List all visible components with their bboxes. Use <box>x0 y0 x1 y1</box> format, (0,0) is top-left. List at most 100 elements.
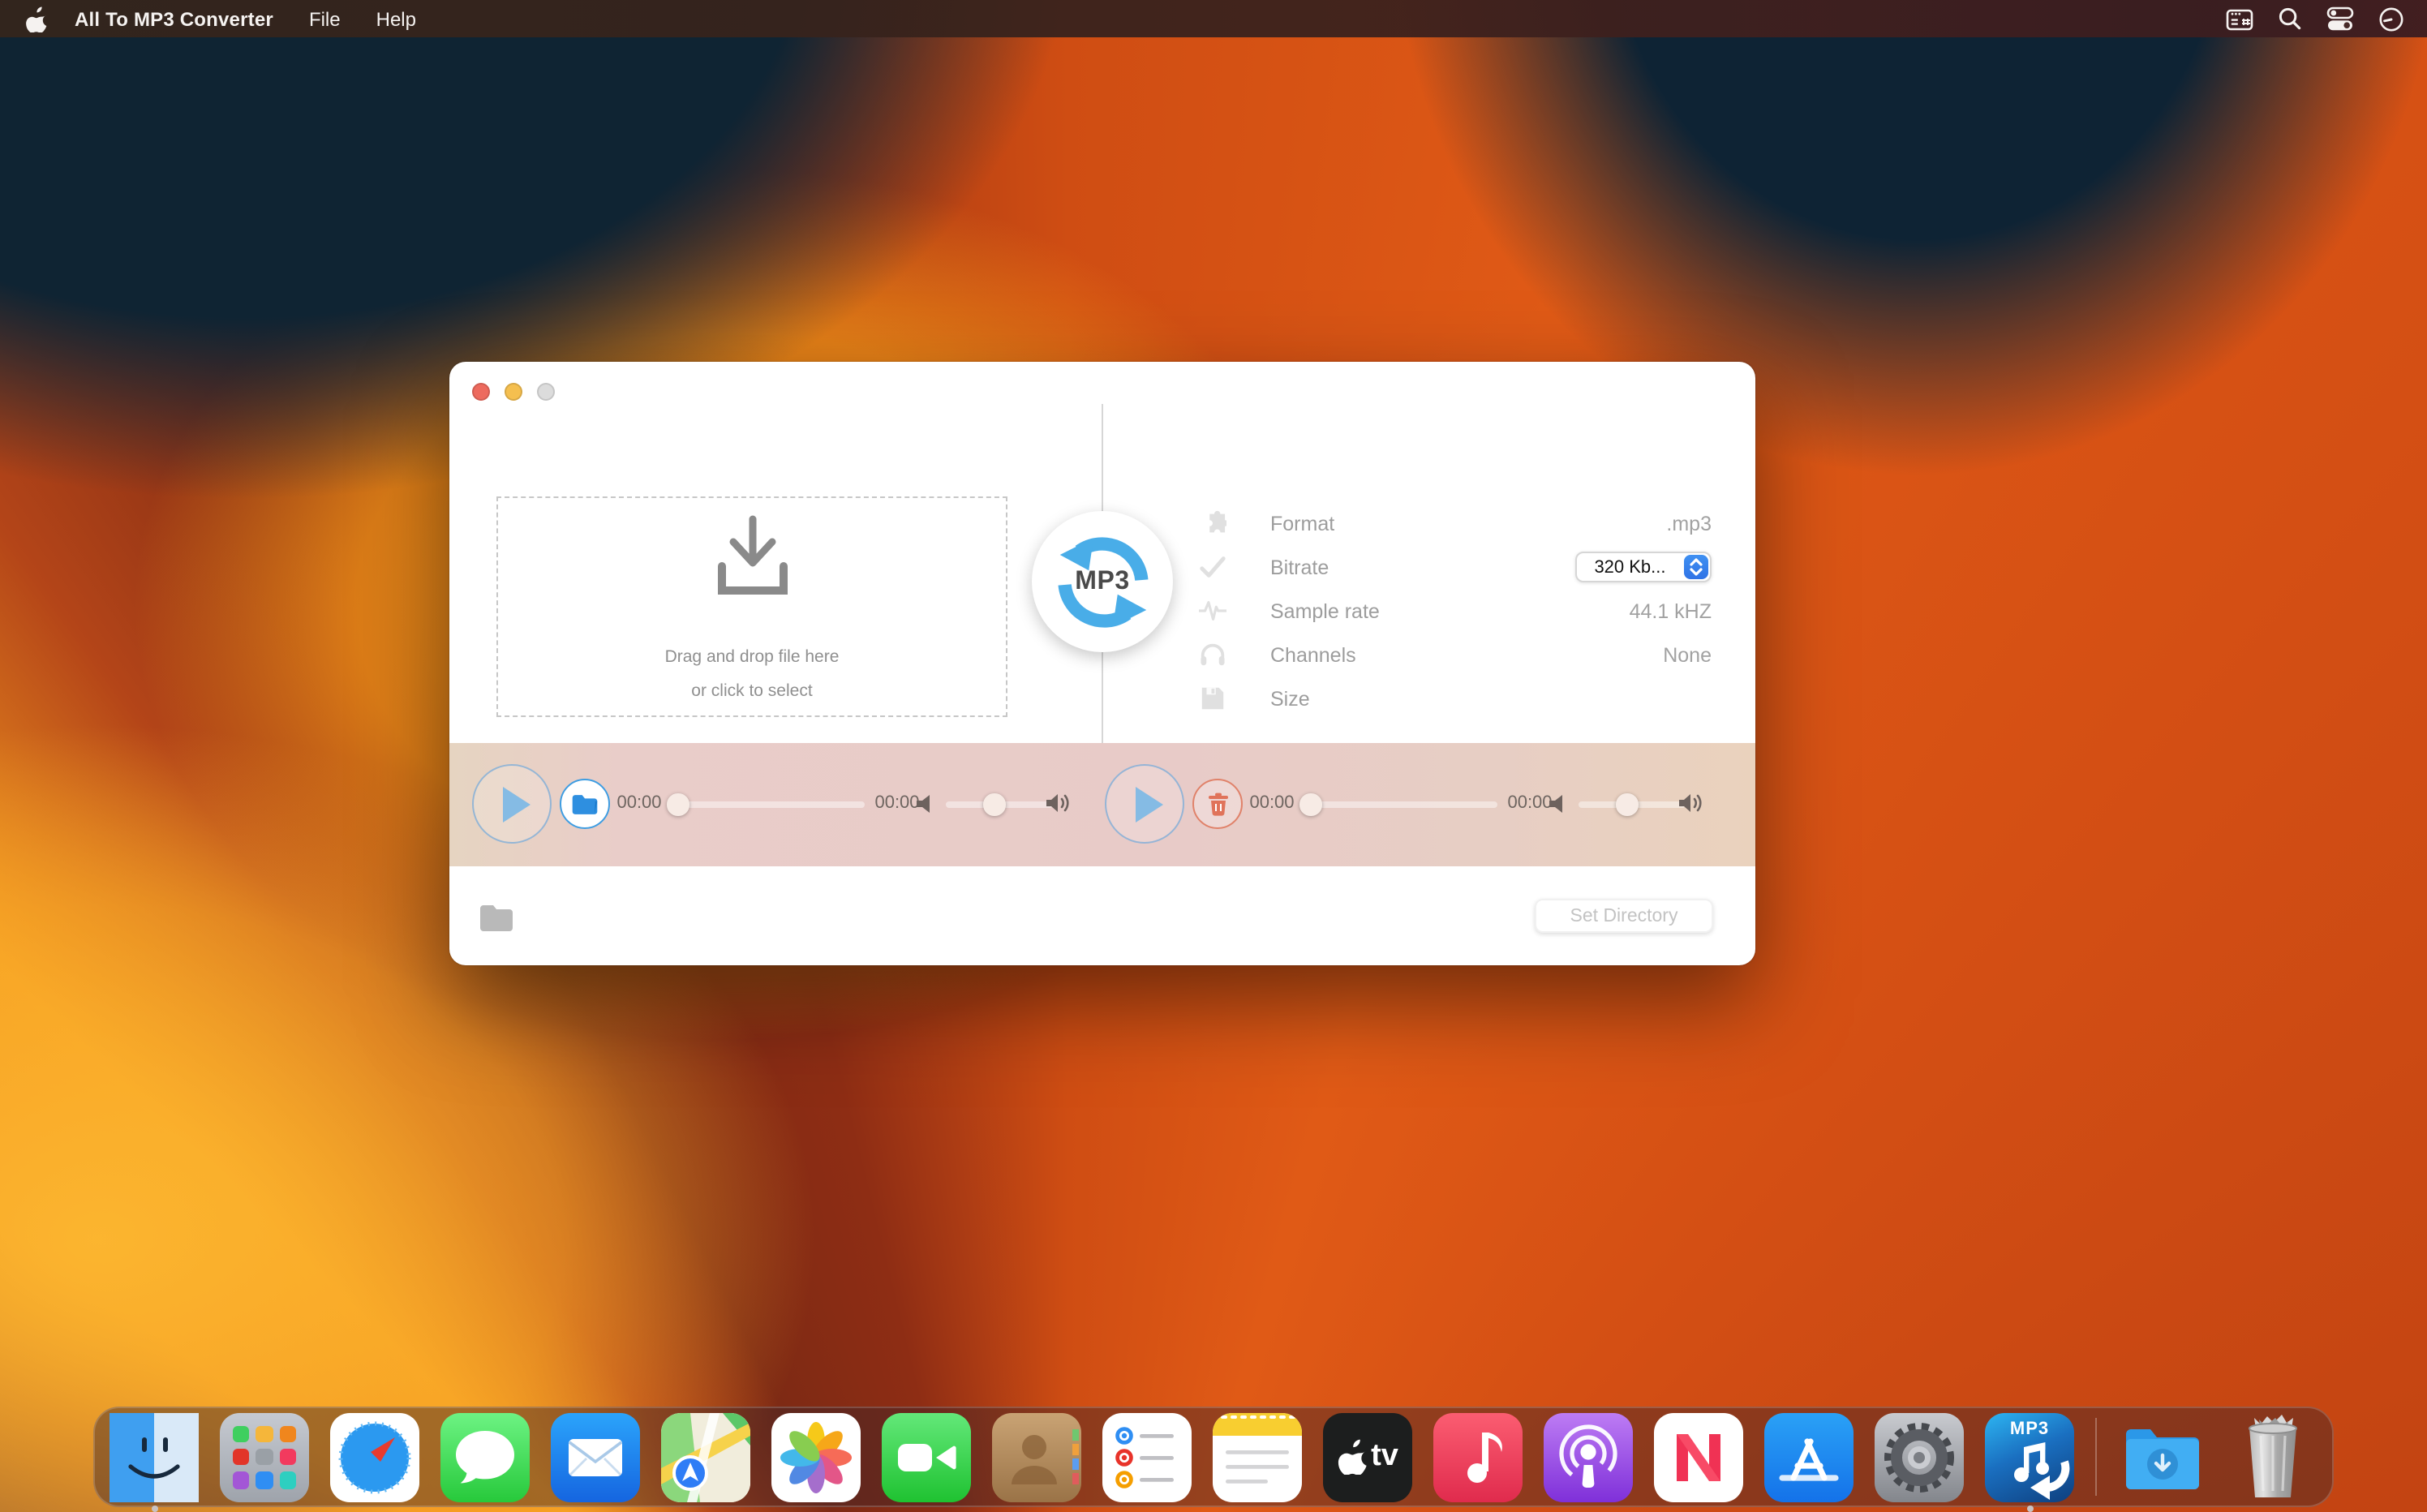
apple-menu[interactable] <box>26 6 49 32</box>
launchpad-grid <box>233 1425 296 1488</box>
zoom-button[interactable] <box>537 383 555 401</box>
clock-icon[interactable] <box>2378 6 2404 32</box>
traffic-lights <box>472 383 555 401</box>
dock-icon-apple-tv[interactable]: tv <box>1323 1412 1412 1501</box>
dock-icon-facetime[interactable] <box>882 1412 971 1501</box>
dock-icon-notes[interactable] <box>1213 1412 1302 1501</box>
elapsed-time: 00:00 <box>1243 793 1301 813</box>
menu-bar: All To MP3 Converter File Help <box>0 0 2427 37</box>
volume-slider[interactable] <box>1579 801 1686 807</box>
open-file-button[interactable] <box>560 779 610 829</box>
dock-icon-reminders[interactable] <box>1102 1412 1192 1501</box>
dock-icon-finder[interactable] <box>110 1412 199 1501</box>
seek-slider[interactable] <box>1309 801 1497 807</box>
dock: tv <box>93 1407 2334 1507</box>
running-indicator <box>151 1505 157 1511</box>
set-directory-button[interactable]: Set Directory <box>1535 899 1713 933</box>
tv-tile-label: tv <box>1371 1439 1398 1475</box>
desktop: All To MP3 Converter File Help <box>0 0 2427 1512</box>
headphones-icon <box>1199 641 1226 668</box>
seek-slider-thumb[interactable] <box>1299 793 1321 815</box>
volume-min-icon <box>917 793 936 814</box>
setting-value: 44.1 kHZ <box>1630 599 1712 622</box>
trash-icon <box>1206 792 1229 816</box>
dock-icon-mail[interactable] <box>551 1412 640 1501</box>
set-directory-label: Set Directory <box>1570 906 1678 926</box>
elapsed-time: 00:00 <box>610 793 668 813</box>
source-player: 00:00 00:00 <box>449 743 1089 866</box>
menubar-status-icons <box>2226 6 2404 32</box>
dock-icon-news[interactable] <box>1654 1412 1743 1501</box>
dock-icon-downloads[interactable] <box>2118 1412 2207 1501</box>
puzzle-icon <box>1199 509 1226 537</box>
setting-row-format: Format .mp3 <box>1176 501 1712 545</box>
output-settings-panel: Format .mp3 Bitrate 320 Kb... <box>1176 501 1712 720</box>
setting-label: Sample rate <box>1270 599 1380 622</box>
bitrate-dropdown-value: 320 Kb... <box>1577 557 1683 577</box>
check-icon <box>1199 553 1226 581</box>
output-player: 00:00 00:00 <box>1082 743 1721 866</box>
keyboard-window-icon[interactable] <box>2226 7 2253 30</box>
dropzone-text-line1: Drag and drop file here <box>498 647 1006 667</box>
menubar-app-title[interactable]: All To MP3 Converter <box>75 7 273 30</box>
dock-icon-maps[interactable] <box>661 1412 750 1501</box>
control-center-icon[interactable] <box>2326 6 2354 31</box>
dock-icon-music[interactable] <box>1433 1412 1523 1501</box>
setting-value: .mp3 <box>1666 512 1712 535</box>
volume-max-icon <box>1046 792 1072 814</box>
apple-logo-icon <box>26 6 49 32</box>
dock-divider <box>2095 1418 2097 1496</box>
download-tray-icon <box>711 514 793 602</box>
dock-icon-safari[interactable] <box>330 1412 419 1501</box>
spotlight-search-icon[interactable] <box>2278 6 2302 31</box>
volume-max-icon <box>1679 792 1705 814</box>
menubar-item-help[interactable]: Help <box>376 7 416 30</box>
converter-window: Drag and drop file here or click to sele… <box>449 362 1755 965</box>
folder-icon <box>571 793 599 815</box>
play-button[interactable] <box>472 764 552 844</box>
dock-icon-podcasts[interactable] <box>1544 1412 1633 1501</box>
setting-row-sample-rate: Sample rate 44.1 kHZ <box>1176 589 1712 633</box>
player-bar: 00:00 00:00 <box>449 743 1755 866</box>
play-icon <box>502 786 530 822</box>
volume-slider-thumb[interactable] <box>983 793 1005 815</box>
play-icon <box>1135 786 1162 822</box>
play-button[interactable] <box>1105 764 1184 844</box>
bitrate-dropdown[interactable]: 320 Kb... <box>1575 552 1712 582</box>
setting-label: Size <box>1270 687 1310 710</box>
setting-row-channels: Channels None <box>1176 633 1712 677</box>
apple-logo-icon <box>1337 1439 1369 1475</box>
file-drop-zone[interactable]: Drag and drop file here or click to sele… <box>496 496 1007 717</box>
seek-slider-thumb[interactable] <box>667 793 689 815</box>
volume-min-icon <box>1549 793 1569 814</box>
save-icon <box>1199 685 1226 712</box>
dock-icon-trash[interactable] <box>2228 1412 2317 1501</box>
dock-icon-messages[interactable] <box>440 1412 530 1501</box>
volume-slider[interactable] <box>946 801 1053 807</box>
setting-label: Format <box>1270 512 1334 535</box>
mp3-convert-badge: MP3 <box>1032 511 1173 652</box>
close-button[interactable] <box>472 383 490 401</box>
delete-file-button[interactable] <box>1192 779 1243 829</box>
dock-icon-app-store[interactable] <box>1764 1412 1854 1501</box>
setting-label: Bitrate <box>1270 556 1329 578</box>
volume-slider-thumb[interactable] <box>1616 793 1638 815</box>
badge-label: MP3 <box>1075 567 1130 596</box>
running-indicator <box>2026 1505 2033 1511</box>
setting-row-size: Size <box>1176 677 1712 720</box>
setting-value: None <box>1663 643 1712 666</box>
dock-icon-mp3-converter[interactable]: MP3 <box>1985 1412 2074 1501</box>
waveform-icon <box>1199 597 1226 625</box>
setting-row-bitrate: Bitrate 320 Kb... <box>1176 545 1712 589</box>
menubar-item-file[interactable]: File <box>309 7 341 30</box>
setting-label: Channels <box>1270 643 1356 666</box>
dropdown-stepper-icon <box>1683 555 1707 579</box>
dock-icon-photos[interactable] <box>771 1412 861 1501</box>
dock-icon-contacts[interactable] <box>992 1412 1081 1501</box>
dock-icon-system-settings[interactable] <box>1875 1412 1964 1501</box>
output-directory-folder-icon[interactable] <box>479 904 514 933</box>
seek-slider[interactable] <box>677 801 865 807</box>
dock-icon-launchpad[interactable] <box>220 1412 309 1501</box>
minimize-button[interactable] <box>505 383 522 401</box>
dropzone-text-line2: or click to select <box>498 681 1006 701</box>
